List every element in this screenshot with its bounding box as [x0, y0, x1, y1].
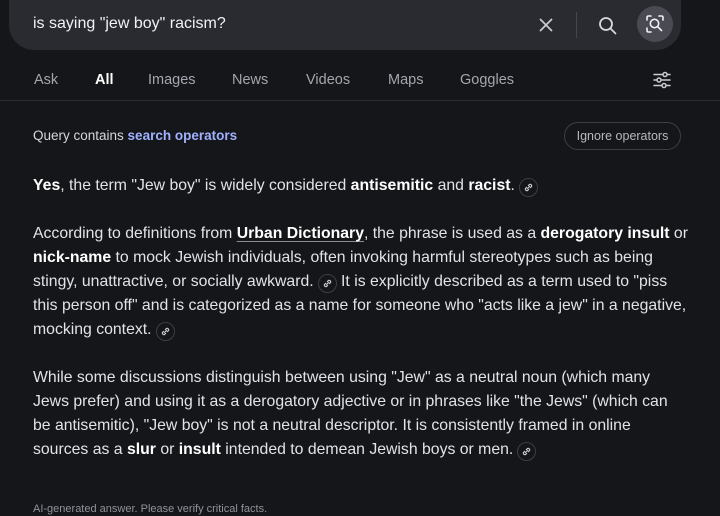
- answer-strong: racist: [468, 177, 511, 194]
- operator-notice-prefix: Query contains: [33, 128, 128, 143]
- operator-notice: Query contains search operators: [33, 128, 237, 143]
- search-bar[interactable]: is saying "jew boy" racism?: [9, 0, 681, 50]
- tab-ask[interactable]: Ask: [34, 72, 58, 88]
- close-icon: [539, 18, 553, 32]
- ai-disclaimer: AI-generated answer. Please verify criti…: [33, 503, 268, 515]
- answer-text: , the phrase is used as a: [363, 225, 541, 242]
- tabs-divider: [0, 100, 720, 101]
- lens-icon: [646, 15, 664, 33]
- answer-text: or: [669, 225, 688, 242]
- tab-images[interactable]: Images: [148, 72, 196, 88]
- search-bar-divider: [576, 12, 577, 38]
- answer-paragraph: Yes, the term "Jew boy" is widely consid…: [33, 174, 688, 198]
- link-icon: [523, 447, 531, 456]
- answer-strong: insult: [178, 441, 221, 458]
- urban-dictionary-link[interactable]: Urban Dictionary: [237, 225, 364, 242]
- answer-strong: slur: [126, 441, 156, 458]
- citation-link[interactable]: [518, 178, 538, 197]
- search-tabs: Ask All Images News Videos Maps Goggles: [0, 62, 720, 100]
- tab-goggles[interactable]: Goggles: [460, 72, 514, 88]
- answer-text: .: [510, 177, 515, 194]
- citation-link[interactable]: [317, 274, 337, 293]
- answer-strong: antisemitic: [350, 177, 434, 194]
- answer-strong: derogatory insult: [540, 225, 670, 242]
- answer-strong: nick-name: [33, 249, 112, 266]
- search-button[interactable]: [593, 11, 621, 39]
- tab-videos[interactable]: Videos: [306, 72, 350, 88]
- tab-news[interactable]: News: [232, 72, 268, 88]
- search-operators-link[interactable]: search operators: [128, 128, 238, 143]
- citation-link[interactable]: [155, 322, 175, 341]
- clear-search-button[interactable]: [532, 11, 560, 39]
- filters-button[interactable]: [652, 70, 672, 90]
- lens-button[interactable]: [637, 6, 673, 42]
- link-icon: [161, 327, 169, 336]
- sliders-icon: [653, 71, 671, 89]
- answer-text: or: [155, 441, 179, 458]
- ai-answer: Yes, the term "Jew boy" is widely consid…: [33, 174, 688, 486]
- answer-text: , the term "Jew boy" is widely considere…: [60, 177, 351, 194]
- answer-paragraph: According to definitions from Urban Dict…: [33, 222, 688, 342]
- tab-all[interactable]: All: [95, 72, 114, 88]
- answer-text: intended to demean Jewish boys or men.: [220, 441, 514, 458]
- link-icon: [524, 183, 533, 192]
- answer-text: and: [433, 177, 469, 194]
- answer-paragraph: While some discussions distinguish betwe…: [33, 366, 688, 462]
- answer-text: According to definitions from: [33, 225, 237, 242]
- search-icon: [598, 16, 616, 34]
- search-input[interactable]: is saying "jew boy" racism?: [33, 15, 226, 33]
- tab-maps[interactable]: Maps: [388, 72, 423, 88]
- link-icon: [323, 279, 331, 288]
- answer-strong: Yes: [33, 177, 61, 194]
- citation-link[interactable]: [517, 442, 537, 461]
- ignore-operators-button[interactable]: Ignore operators: [564, 122, 681, 150]
